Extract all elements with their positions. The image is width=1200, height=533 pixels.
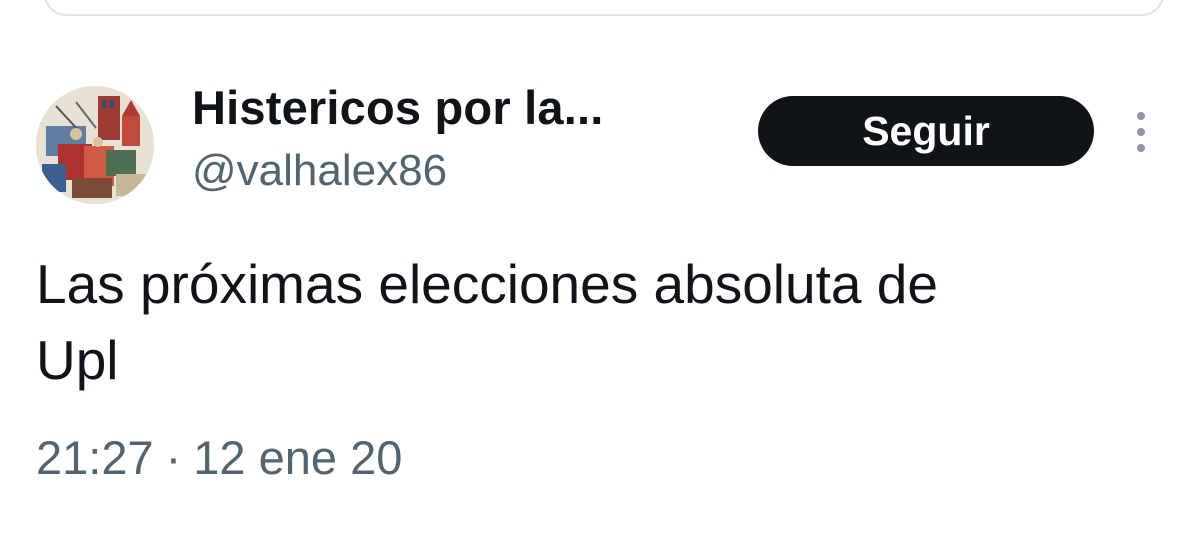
tweet-text-line-2: Upl (36, 329, 119, 391)
author-avatar[interactable] (36, 86, 154, 204)
tweet-text: Las próximas elecciones absoluta de Upl (36, 246, 1166, 398)
painting-avatar-icon (36, 86, 154, 204)
tweet-meta: 21:27 · 12 ene 20 (36, 430, 402, 485)
tweet-time[interactable]: 21:27 (36, 431, 154, 484)
tweet-date[interactable]: 12 ene 20 (193, 431, 402, 484)
author-display-name[interactable]: Histericos por la... (192, 80, 603, 135)
previous-card-outline (44, 0, 1164, 16)
author-handle[interactable]: @valhalex86 (192, 146, 447, 196)
more-vertical-icon[interactable] (1132, 112, 1150, 152)
follow-button[interactable]: Seguir (758, 96, 1094, 166)
tweet-text-line-1: Las próximas elecciones absoluta de (36, 253, 938, 315)
meta-separator: · (165, 431, 182, 484)
